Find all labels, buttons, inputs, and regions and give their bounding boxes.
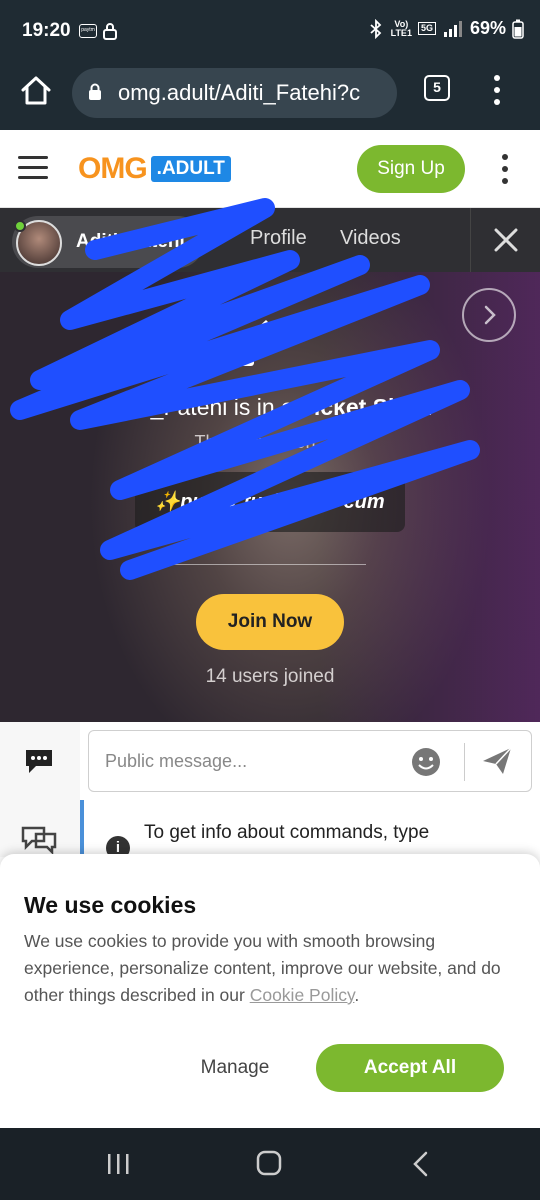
site-header: OMG .ADULT Sign Up xyxy=(0,130,540,208)
model-chip[interactable]: Aditi_Fatehi xyxy=(12,216,204,268)
battery-icon xyxy=(512,19,524,39)
tab-switcher-button[interactable]: 5 xyxy=(424,75,450,101)
cookie-body: We use cookies to provide you with smoot… xyxy=(24,928,516,1009)
battery-percent: 69% xyxy=(469,18,506,38)
close-button[interactable] xyxy=(470,208,540,272)
site-logo[interactable]: OMG .ADULT xyxy=(78,152,231,186)
browser-menu-icon[interactable] xyxy=(488,72,506,108)
paytm-notification-icon: paytm xyxy=(79,24,97,38)
address-bar[interactable]: omg.adult/Aditi_Fatehi?c xyxy=(72,68,397,118)
cookie-banner: We use cookies We use cookies to provide… xyxy=(0,854,540,1128)
info-text: To get info about commands, type xyxy=(144,822,430,843)
show-title-bold: Ticket Show xyxy=(300,394,435,420)
browser-toolbar: omg.adult/Aditi_Fatehi?c 5 xyxy=(0,58,540,130)
smiley-icon[interactable] xyxy=(411,747,441,777)
show-name: ✨pussy fuck dildo cum xyxy=(135,472,405,532)
url-text[interactable]: omg.adult/Aditi_Fatehi?c xyxy=(118,80,360,106)
tab-videos[interactable]: Videos xyxy=(340,227,401,250)
more-vert-icon[interactable] xyxy=(495,152,515,186)
next-model-button[interactable] xyxy=(462,288,516,342)
status-right-group: Vo) LTE1 5G 69% xyxy=(367,18,524,39)
chat-bubble-icon[interactable] xyxy=(22,746,56,776)
cookie-title: We use cookies xyxy=(24,892,197,918)
tab-profile[interactable]: Profile xyxy=(250,227,307,250)
message-placeholder: Public message... xyxy=(105,751,248,771)
status-bar: 19:20 paytm Vo) LTE1 5G 69% xyxy=(0,0,540,58)
bluetooth-icon xyxy=(370,18,381,39)
manage-cookies-button[interactable]: Manage xyxy=(180,1044,290,1092)
close-icon xyxy=(494,228,518,252)
home-nav-icon[interactable] xyxy=(256,1150,282,1176)
secure-lock-icon xyxy=(89,83,101,100)
cookie-policy-link[interactable]: Cookie Policy xyxy=(250,985,355,1005)
show-subtitle: The show is on: 33 xyxy=(194,432,346,452)
users-joined-count: 14 users joined xyxy=(205,666,335,687)
users-chat-icon[interactable] xyxy=(20,824,58,854)
status-time: 19:20 xyxy=(22,20,71,41)
system-nav-bar xyxy=(0,1128,540,1200)
volte-bottom: LTE1 xyxy=(390,27,412,38)
send-icon[interactable] xyxy=(481,746,513,776)
online-indicator xyxy=(14,220,26,232)
network-type: 5G xyxy=(417,22,436,35)
chat-sidebar xyxy=(0,722,80,857)
accept-all-button[interactable]: Accept All xyxy=(316,1044,504,1092)
show-title: Aditi_Fatehi is in a Ticket Show xyxy=(0,394,540,421)
lock-icon xyxy=(103,23,117,40)
model-tabs-bar: Aditi_Fatehi Profile Videos xyxy=(0,208,540,272)
signal-icon xyxy=(443,20,462,37)
join-now-button[interactable]: Join Now xyxy=(196,594,344,650)
logo-omg: OMG xyxy=(78,152,148,185)
divider xyxy=(174,564,366,565)
home-icon[interactable] xyxy=(18,72,54,108)
ticket-icon xyxy=(240,320,280,366)
hamburger-icon[interactable] xyxy=(18,156,48,180)
input-separator xyxy=(464,743,465,781)
back-icon[interactable] xyxy=(410,1150,432,1178)
chat-info-message: i To get info about commands, type xyxy=(80,800,540,860)
model-name: Aditi_Fatehi xyxy=(76,231,185,252)
public-message-input[interactable]: Public message... xyxy=(88,730,532,792)
show-title-prefix: Aditi_Fatehi is in a xyxy=(105,394,301,420)
sign-up-button[interactable]: Sign Up xyxy=(357,145,465,193)
chevron-right-icon xyxy=(484,305,496,325)
cookie-body-end: . xyxy=(354,985,360,1005)
logo-adult: .ADULT xyxy=(150,156,231,182)
volte-indicator: Vo) LTE1 xyxy=(390,19,412,38)
video-player[interactable]: Aditi_Fatehi is in a Ticket Show The sho… xyxy=(0,272,540,722)
chat-panel: Public message... i To get info about co… xyxy=(0,722,540,860)
recent-apps-icon[interactable] xyxy=(104,1152,132,1176)
